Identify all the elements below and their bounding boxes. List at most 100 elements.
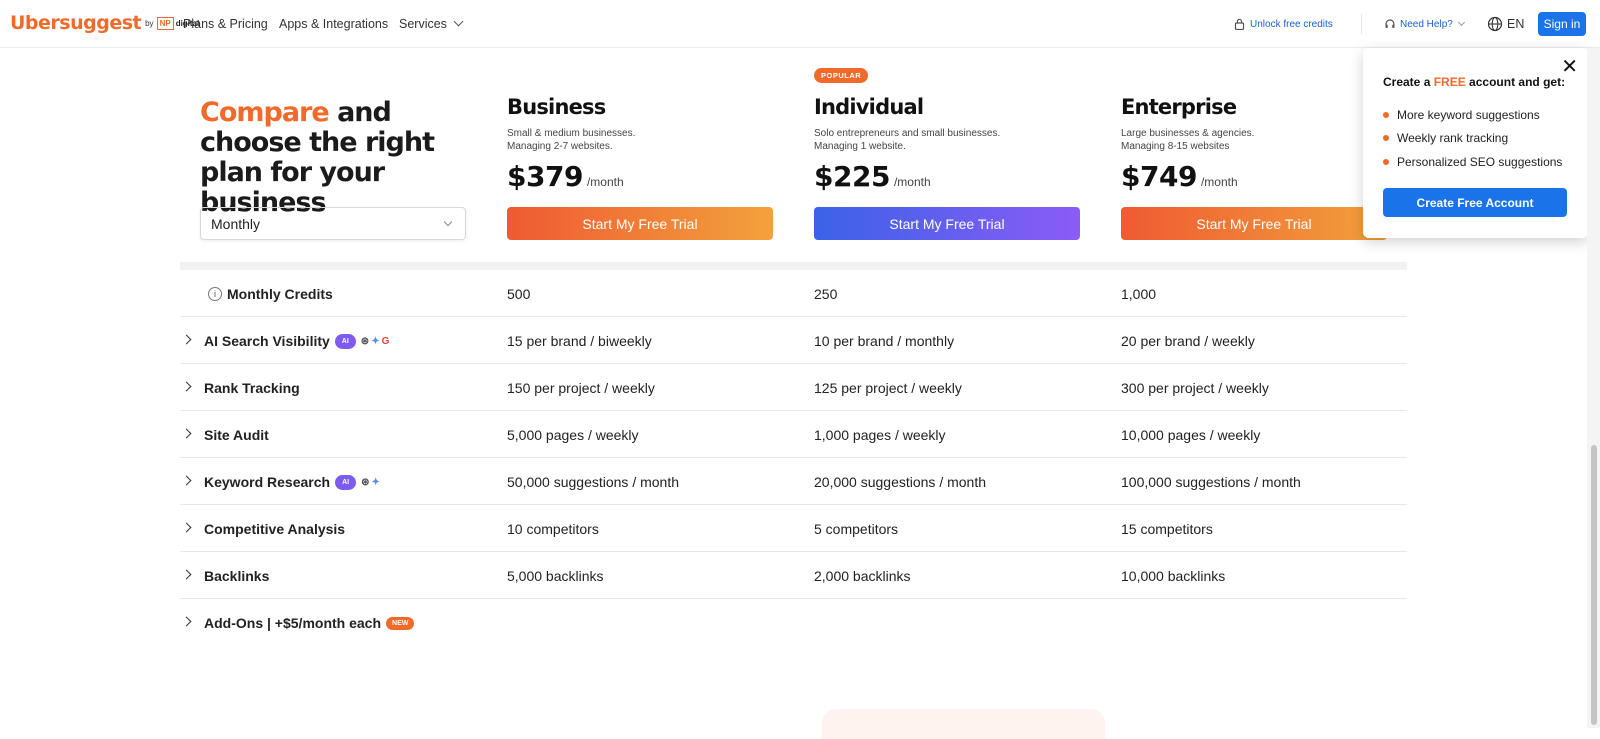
chevron-right-icon <box>181 569 192 580</box>
unlock-credits-label: Unlock free credits <box>1250 18 1333 30</box>
bullet-icon <box>1383 135 1389 142</box>
language-label: EN <box>1507 17 1525 31</box>
nav-apps-integrations[interactable]: Apps & Integrations <box>279 17 388 31</box>
feature-label: Backlinks <box>204 568 270 584</box>
feature-label: AI Search Visibility AI ⊛ ✦ G <box>204 333 389 349</box>
plan-description: Large businesses & agencies. Managing 8-… <box>1121 127 1381 153</box>
new-badge: NEW <box>386 616 415 630</box>
bullet-icon <box>1383 158 1389 165</box>
value-enterprise: 10,000 backlinks <box>1121 568 1226 584</box>
value-business: 5,000 pages / weekly <box>507 427 639 443</box>
top-nav-bar: Ubersuggest by NP digital Plans & Pricin… <box>0 0 1600 48</box>
value-business: 50,000 suggestions / month <box>507 474 680 490</box>
table-row-monthly-credits: i Monthly Credits 500 250 1,000 <box>180 270 1407 317</box>
need-help-label: Need Help? <box>1400 18 1453 30</box>
plan-description: Solo entrepreneurs and small businesses.… <box>814 127 1074 153</box>
feature-label: Site Audit <box>204 427 269 443</box>
openai-icon: ⊛ <box>361 476 370 488</box>
list-item: Weekly rank tracking <box>1383 127 1562 151</box>
value-enterprise: 1,000 <box>1121 286 1157 302</box>
popup-benefits-list: More keyword suggestions Weekly rank tra… <box>1383 103 1562 174</box>
value-enterprise: 20 per brand / weekly <box>1121 333 1255 349</box>
np-logo: NP <box>156 16 174 30</box>
value-business: 15 per brand / biweekly <box>507 333 652 349</box>
chevron-right-icon <box>181 616 192 627</box>
price-amount: $379 <box>507 160 583 193</box>
sign-in-button[interactable]: Sign in <box>1538 12 1586 36</box>
plan-price: $749 /month <box>1121 160 1238 193</box>
price-period: /month <box>893 175 931 189</box>
logo-wordmark: Ubersuggest <box>10 12 142 34</box>
popup-title-free: FREE <box>1433 75 1466 89</box>
table-row-competitive-analysis[interactable]: Competitive Analysis 10 competitors 5 co… <box>180 505 1407 552</box>
ai-badge: AI <box>334 333 356 349</box>
table-row-add-ons[interactable]: Add-Ons | +$5/month each NEW <box>180 599 1407 646</box>
value-individual: 250 <box>814 286 838 302</box>
list-item: Personalized SEO suggestions <box>1383 150 1562 174</box>
value-business: 5,000 backlinks <box>507 568 604 584</box>
list-item: More keyword suggestions <box>1383 103 1562 127</box>
benefit-label: Weekly rank tracking <box>1397 131 1509 146</box>
table-row-keyword-research[interactable]: Keyword Research AI ⊛ ✦ 50,000 suggestion… <box>180 458 1407 505</box>
chevron-down-icon <box>443 217 453 227</box>
value-business: 500 <box>507 286 531 302</box>
language-selector[interactable]: EN <box>1487 16 1524 32</box>
header-divider <box>1361 14 1362 34</box>
feature-label: Monthly Credits <box>227 286 333 302</box>
table-row-site-audit[interactable]: Site Audit 5,000 pages / weekly 1,000 pa… <box>180 411 1407 458</box>
unlock-credits-link[interactable]: Unlock free credits <box>1234 18 1333 30</box>
table-row-rank-tracking[interactable]: Rank Tracking 150 per project / weekly 1… <box>180 364 1407 411</box>
price-amount: $749 <box>1121 160 1197 193</box>
value-individual: 10 per brand / monthly <box>814 333 955 349</box>
ubersuggest-logo[interactable]: Ubersuggest by NP digital <box>10 12 199 34</box>
plan-description: Small & medium businesses. Managing 2-7 … <box>507 127 767 153</box>
popup-title: Create a FREE account and get: <box>1383 75 1565 89</box>
chevron-right-icon <box>181 381 192 392</box>
plan-desc-line: Managing 8-15 websites <box>1121 141 1230 152</box>
plan-name: Business <box>507 95 606 119</box>
feature-label-text: Add-Ons | +$5/month each <box>204 615 382 631</box>
popular-badge: POPULAR <box>814 68 869 83</box>
popup-title-post: account and get: <box>1465 75 1566 89</box>
value-individual: 1,000 pages / weekly <box>814 427 946 443</box>
plan-name: Individual <box>814 95 924 119</box>
sparkle-icon: ✦ <box>371 476 380 488</box>
billing-period-select[interactable]: Monthly <box>200 207 466 240</box>
start-trial-button-enterprise[interactable]: Start My Free Trial <box>1121 207 1387 240</box>
create-free-account-button[interactable]: Create Free Account <box>1383 188 1567 217</box>
table-row-ai-search-visibility[interactable]: AI Search Visibility AI ⊛ ✦ G 15 per brand… <box>180 317 1407 364</box>
nav-services[interactable]: Services <box>399 16 464 31</box>
chevron-right-icon <box>181 428 192 439</box>
benefit-label: More keyword suggestions <box>1397 107 1540 122</box>
plan-desc-line: Large businesses & agencies. <box>1121 128 1255 139</box>
price-amount: $225 <box>814 160 890 193</box>
benefit-label: Personalized SEO suggestions <box>1397 154 1563 169</box>
plan-price: $225 /month <box>814 160 931 193</box>
nav-plans-pricing[interactable]: Plans & Pricing <box>183 17 268 31</box>
need-help-menu[interactable]: Need Help? <box>1384 18 1465 30</box>
plan-desc-line: Managing 2-7 websites. <box>507 141 613 152</box>
table-row-backlinks[interactable]: Backlinks 5,000 backlinks 2,000 backlink… <box>180 552 1407 599</box>
value-individual: 125 per project / weekly <box>814 380 962 396</box>
sparkle-icon: ✦ <box>371 335 380 347</box>
feature-label-text: AI Search Visibility <box>204 333 330 349</box>
chevron-right-icon <box>181 334 192 345</box>
plan-desc-line: Small & medium businesses. <box>507 128 636 139</box>
plan-name: Enterprise <box>1121 95 1237 119</box>
billing-period-value: Monthly <box>211 216 261 232</box>
google-icon: G <box>381 335 390 347</box>
chevron-right-icon <box>181 522 192 533</box>
plan-desc-line: Managing 1 website. <box>814 141 906 152</box>
value-enterprise: 10,000 pages / weekly <box>1121 427 1261 443</box>
bullet-icon <box>1383 111 1389 118</box>
page-scrollbar-thumb[interactable] <box>1591 445 1597 725</box>
plan-desc-line: Solo entrepreneurs and small businesses. <box>814 128 1001 139</box>
openai-icon: ⊛ <box>360 335 370 347</box>
chevron-down-icon <box>1457 18 1465 26</box>
start-trial-button-individual[interactable]: Start My Free Trial <box>814 207 1080 240</box>
start-trial-button-business[interactable]: Start My Free Trial <box>507 207 773 240</box>
info-icon[interactable]: i <box>208 287 222 301</box>
feature-label: Keyword Research AI ⊛ ✦ <box>204 474 380 490</box>
price-period: /month <box>586 175 624 189</box>
feature-label: Competitive Analysis <box>204 521 346 537</box>
